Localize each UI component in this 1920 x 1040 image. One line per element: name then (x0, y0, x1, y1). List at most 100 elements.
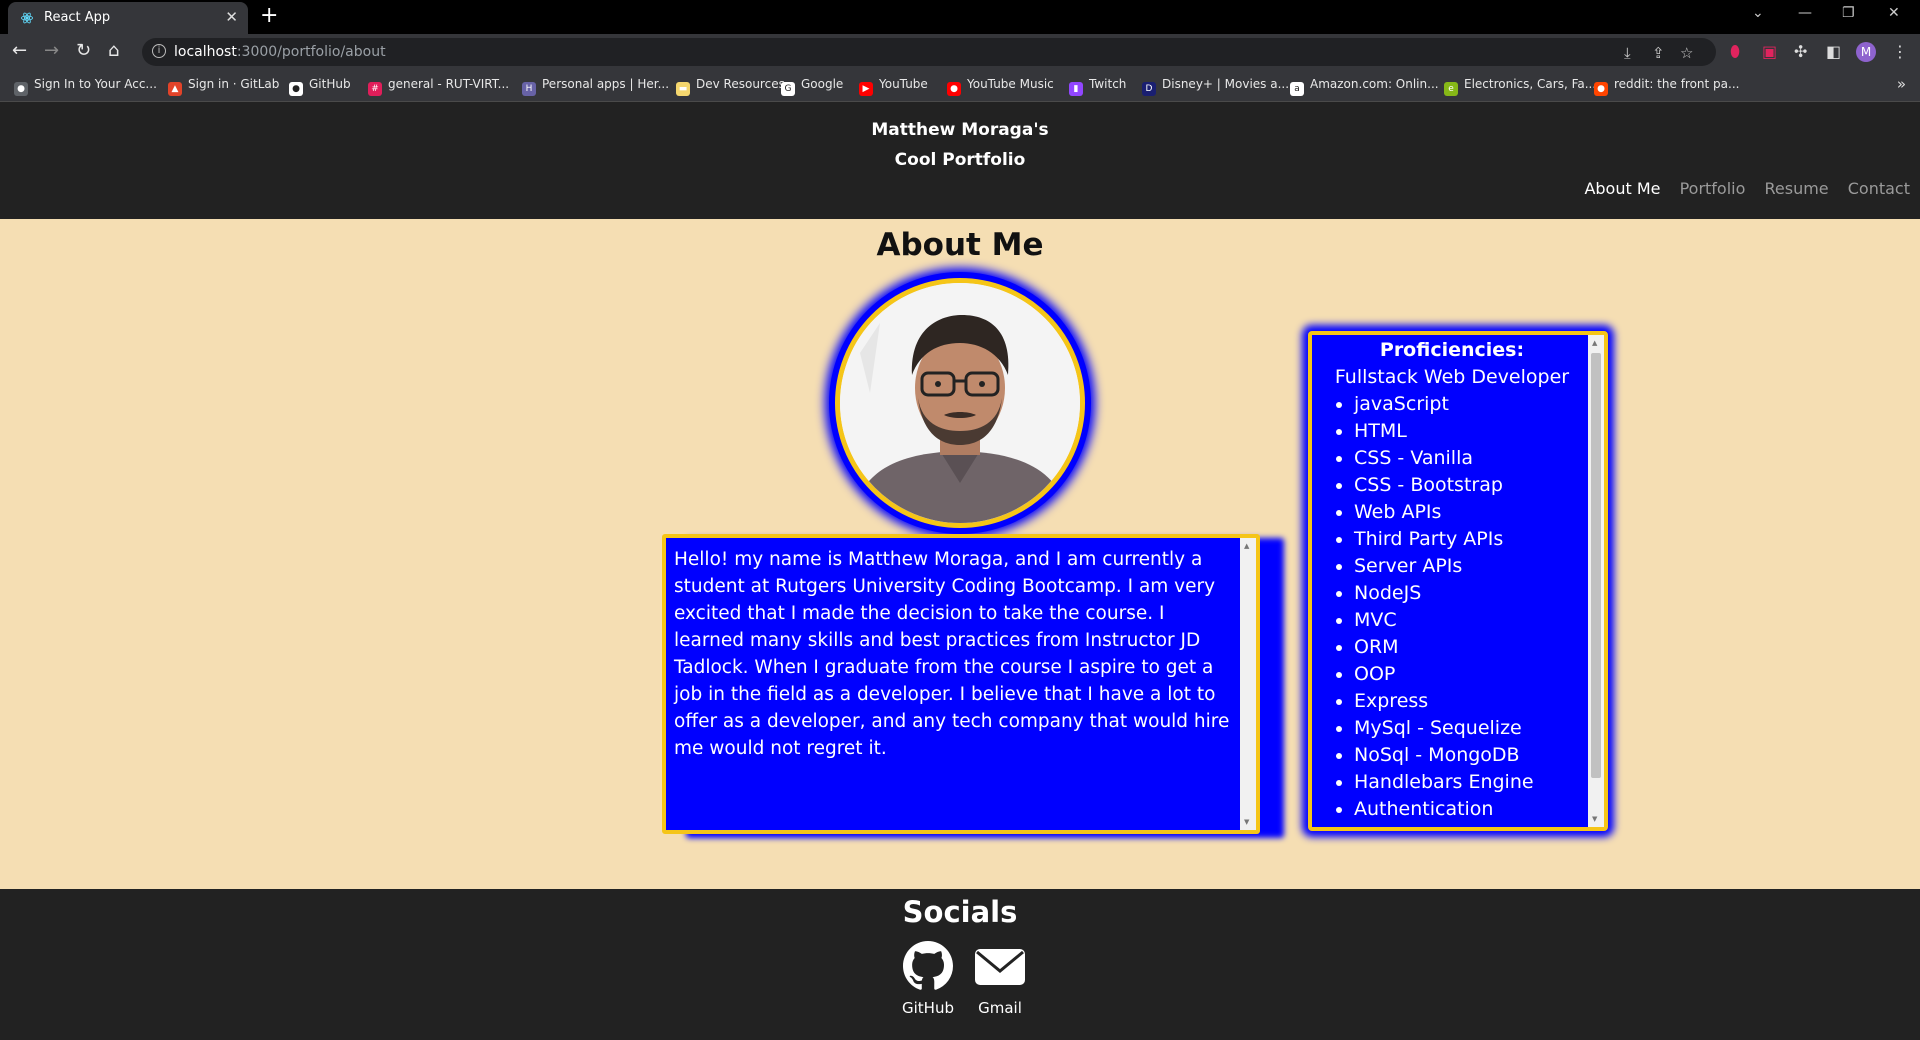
proficiencies-content: Proficiencies: Fullstack Web Developer j… (1312, 335, 1592, 823)
bookmark-item[interactable]: ● Sign In to Your Acc... (14, 77, 157, 96)
proficiencies-title: Proficiencies: (1379, 339, 1525, 361)
bookmark-label: YouTube Music (967, 77, 1054, 91)
minimize-icon[interactable]: — (1798, 5, 1812, 21)
brand-title: Matthew Moraga's Cool Portfolio (0, 115, 1920, 175)
bookmark-label: Personal apps | Her... (542, 77, 670, 91)
nav-portfolio[interactable]: Portfolio (1680, 179, 1746, 198)
proficiency-item: HTML (1354, 418, 1592, 445)
more-bookmarks-icon[interactable]: » (1897, 75, 1906, 93)
about-section: About Me Hello! my name is Matthew Morag… (0, 219, 1920, 889)
nav-resume[interactable]: Resume (1765, 179, 1829, 198)
scroll-down-icon[interactable]: ▼ (1244, 818, 1249, 826)
scrollbar-thumb[interactable] (1591, 353, 1601, 778)
proficiency-item: MVC (1354, 607, 1592, 634)
proficiency-item: CSS - Vanilla (1354, 445, 1592, 472)
bookmark-item[interactable]: ▶ YouTube (859, 77, 928, 96)
bookmark-item[interactable]: # general - RUT-VIRT... (368, 77, 509, 96)
proficiency-item: CSS - Bootstrap (1354, 472, 1592, 499)
menu-kebab-icon[interactable]: ⋮ (1892, 42, 1908, 61)
extensions-puzzle-icon[interactable]: ✣ (1794, 42, 1807, 61)
bookmark-label: Amazon.com: Onlin... (1310, 77, 1439, 91)
twitch-icon: ▮ (1069, 82, 1083, 96)
proficiencies-box[interactable]: Proficiencies: Fullstack Web Developer j… (1308, 331, 1608, 831)
proficiency-item: javaScript (1354, 391, 1592, 418)
bookmark-label: Dev Resources (696, 77, 785, 91)
url-path: :3000/portfolio/about (236, 44, 386, 60)
about-scrollbar[interactable]: ▲ ▼ (1240, 538, 1256, 830)
address-bar[interactable]: i localhost:3000/portfolio/about ⤓ ⇪ ☆ (142, 38, 1716, 66)
home-icon[interactable]: ⌂ (108, 41, 119, 61)
bookmark-item[interactable]: ▬ Dev Resources (676, 77, 785, 96)
site-info-icon[interactable]: i (152, 44, 166, 58)
bookmark-label: GitHub (309, 77, 351, 91)
youtube-icon: ▶ (859, 82, 873, 96)
new-tab-icon[interactable]: + (260, 3, 278, 28)
restore-icon[interactable]: ❐ (1842, 5, 1855, 21)
close-tab-icon[interactable]: ✕ (225, 8, 238, 26)
proficiency-item: Server APIs (1354, 553, 1592, 580)
bookmark-item[interactable]: G Google (781, 77, 844, 96)
bookmark-label: Sign in · GitLab (188, 77, 280, 91)
scroll-up-icon[interactable]: ▲ (1244, 542, 1249, 550)
bookmarks-bar: » ● Sign In to Your Acc... ▲ Sign in · GitL… (0, 70, 1920, 102)
about-text-box[interactable]: Hello! my name is Matthew Moraga, and I … (662, 534, 1260, 834)
gmail-link[interactable]: Gmail (965, 941, 1035, 1017)
bookmark-label: reddit: the front pa... (1614, 77, 1740, 91)
gitlab-icon: ▲ (168, 82, 182, 96)
profile-photo (835, 278, 1085, 528)
bookmark-star-icon[interactable]: ☆ (1680, 44, 1693, 62)
scroll-down-icon[interactable]: ▼ (1592, 815, 1597, 823)
bookmark-item[interactable]: a Amazon.com: Onlin... (1290, 77, 1439, 96)
profile-avatar[interactable]: M (1856, 42, 1876, 62)
extension-badge-icon[interactable]: ▣ (1762, 42, 1777, 61)
proficiency-item: NoSql - MongoDB (1354, 742, 1592, 769)
proficiency-item: Web APIs (1354, 499, 1592, 526)
proficiency-item: ORM (1354, 634, 1592, 661)
heroku-icon: H (522, 82, 536, 96)
bookmark-item[interactable]: D Disney+ | Movies a... (1142, 77, 1289, 96)
github-link[interactable]: GitHub (893, 941, 963, 1017)
bookmark-item[interactable]: ● YouTube Music (947, 77, 1054, 96)
github-label: GitHub (902, 999, 954, 1017)
url-text: localhost:3000/portfolio/about (174, 44, 386, 60)
nav-about-me[interactable]: About Me (1584, 179, 1660, 198)
socials-title: Socials (902, 895, 1018, 929)
back-icon[interactable]: ← (12, 41, 27, 61)
proficiency-item: OOP (1354, 661, 1592, 688)
proficiency-item: Third Party APIs (1354, 526, 1592, 553)
close-window-icon[interactable]: ✕ (1888, 5, 1900, 21)
scroll-up-icon[interactable]: ▲ (1592, 339, 1597, 347)
proficiencies-list: javaScriptHTMLCSS - VanillaCSS - Bootstr… (1312, 391, 1592, 823)
install-app-icon[interactable]: ⤓ (1624, 44, 1631, 62)
browser-toolbar: ← → ↻ ⌂ i localhost:3000/portfolio/about… (0, 34, 1920, 70)
disney-icon: D (1142, 82, 1156, 96)
proficiency-item: Authentication (1354, 796, 1592, 823)
proficiency-item: NodeJS (1354, 580, 1592, 607)
bookmark-item[interactable]: H Personal apps | Her... (522, 77, 670, 96)
bookmark-label: Twitch (1089, 77, 1127, 91)
github-icon: ● (289, 82, 303, 96)
proficiencies-scrollbar[interactable]: ▲ ▼ (1588, 335, 1604, 827)
bookmark-item[interactable]: e Electronics, Cars, Fa... (1444, 77, 1596, 96)
bookmark-item[interactable]: ● reddit: the front pa... (1594, 77, 1740, 96)
bookmark-item[interactable]: ● GitHub (289, 77, 351, 96)
extension-shield-icon[interactable]: ⬮ (1730, 42, 1740, 62)
tab-search-icon[interactable]: ⌄ (1752, 5, 1764, 21)
proficiency-item: Handlebars Engine (1354, 769, 1592, 796)
forward-icon[interactable]: → (44, 41, 59, 61)
folder-icon: ▬ (676, 82, 690, 96)
reload-icon[interactable]: ↻ (76, 41, 91, 61)
bookmark-item[interactable]: ▮ Twitch (1069, 77, 1127, 96)
bookmark-label: Google (801, 77, 844, 91)
proficiencies-subtitle: Fullstack Web Developer (1334, 366, 1570, 388)
bookmark-item[interactable]: ▲ Sign in · GitLab (168, 77, 280, 96)
youtube-music-icon: ● (947, 82, 961, 96)
main-nav: About Me Portfolio Resume Contact (1570, 179, 1910, 198)
share-icon[interactable]: ⇪ (1652, 44, 1665, 62)
bookmark-label: YouTube (879, 77, 928, 91)
bookmark-label: Sign In to Your Acc... (34, 77, 157, 91)
browser-tab[interactable]: React App ✕ (8, 2, 248, 34)
site-header: Matthew Moraga's Cool Portfolio About Me… (0, 103, 1920, 219)
nav-contact[interactable]: Contact (1848, 179, 1910, 198)
side-panel-icon[interactable]: ◧ (1826, 42, 1841, 61)
